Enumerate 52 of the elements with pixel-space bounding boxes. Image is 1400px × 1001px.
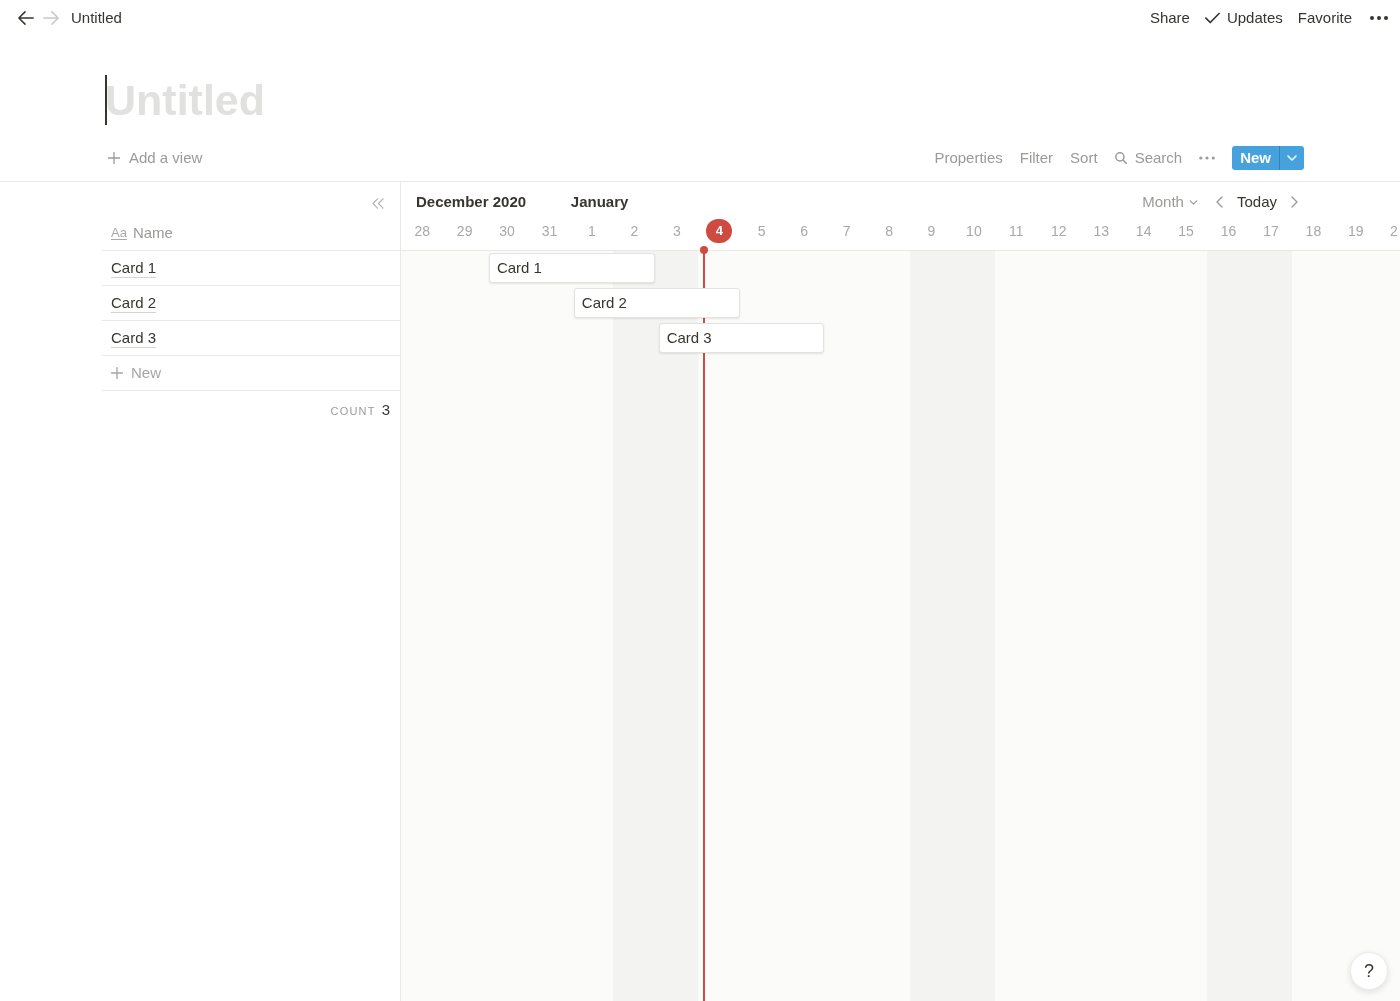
day-number: 10 <box>966 221 982 241</box>
day-number: 30 <box>499 221 515 241</box>
row-title-link[interactable]: Card 1 <box>111 258 157 278</box>
day-number: 9 <box>927 221 936 241</box>
plus-icon <box>111 367 123 379</box>
month-label: December 2020 <box>416 192 527 212</box>
day-number: 29 <box>456 221 473 241</box>
count-label: COUNT <box>330 404 376 419</box>
day-number: 19 <box>1348 221 1364 241</box>
day-number: 18 <box>1305 221 1322 241</box>
day-number: 13 <box>1093 221 1109 241</box>
timeline-card[interactable]: Card 2 <box>573 288 740 318</box>
row-title-link[interactable]: Card 3 <box>111 328 157 348</box>
chevron-left-icon[interactable] <box>1215 196 1223 208</box>
day-number: 16 <box>1220 221 1237 241</box>
day-number: 14 <box>1135 221 1152 241</box>
month-label: January <box>570 192 629 212</box>
day-number: 1 <box>588 221 596 241</box>
breadcrumb-link[interactable]: Untitled <box>71 6 122 30</box>
day-number: 3 <box>672 221 681 241</box>
topbar-button[interactable]: Updates <box>1204 6 1283 30</box>
day-number: 15 <box>1178 221 1194 241</box>
more-icon[interactable] <box>1370 16 1388 20</box>
count-value: 3 <box>381 400 390 420</box>
back-arrow-icon[interactable] <box>18 11 34 25</box>
day-number: 28 <box>414 221 430 241</box>
today-date-badge: 4 <box>706 219 733 243</box>
today-button[interactable]: Today <box>1236 190 1277 214</box>
day-number: 5 <box>757 221 766 241</box>
check-icon <box>1204 12 1220 24</box>
day-number: 17 <box>1263 221 1279 241</box>
timeline-card[interactable]: Card 3 <box>658 323 825 353</box>
column-header: Name <box>132 222 173 243</box>
day-number: 2 <box>630 221 639 241</box>
search-icon <box>1114 152 1127 164</box>
day-number: 12 <box>1051 221 1067 241</box>
day-number: 31 <box>541 221 558 241</box>
chevron-down-icon <box>1188 199 1198 205</box>
day-number: 6 <box>800 221 809 241</box>
timeline-card[interactable]: Card 1 <box>488 253 655 283</box>
chevron-right-icon[interactable] <box>1291 196 1298 208</box>
row-title-link[interactable]: Card 2 <box>111 293 157 313</box>
topbar-button[interactable]: Share <box>1149 6 1190 30</box>
collapse-icon[interactable] <box>372 198 384 209</box>
day-number: 8 <box>885 221 893 241</box>
day-number: 2 <box>1390 221 1398 241</box>
chevron-down-icon <box>1287 155 1297 161</box>
day-number: 7 <box>842 221 851 241</box>
dropdown-button[interactable] <box>1279 146 1304 170</box>
topbar-button[interactable]: Favorite <box>1297 6 1352 30</box>
day-number: 11 <box>1009 221 1024 241</box>
plus-icon <box>108 152 120 164</box>
